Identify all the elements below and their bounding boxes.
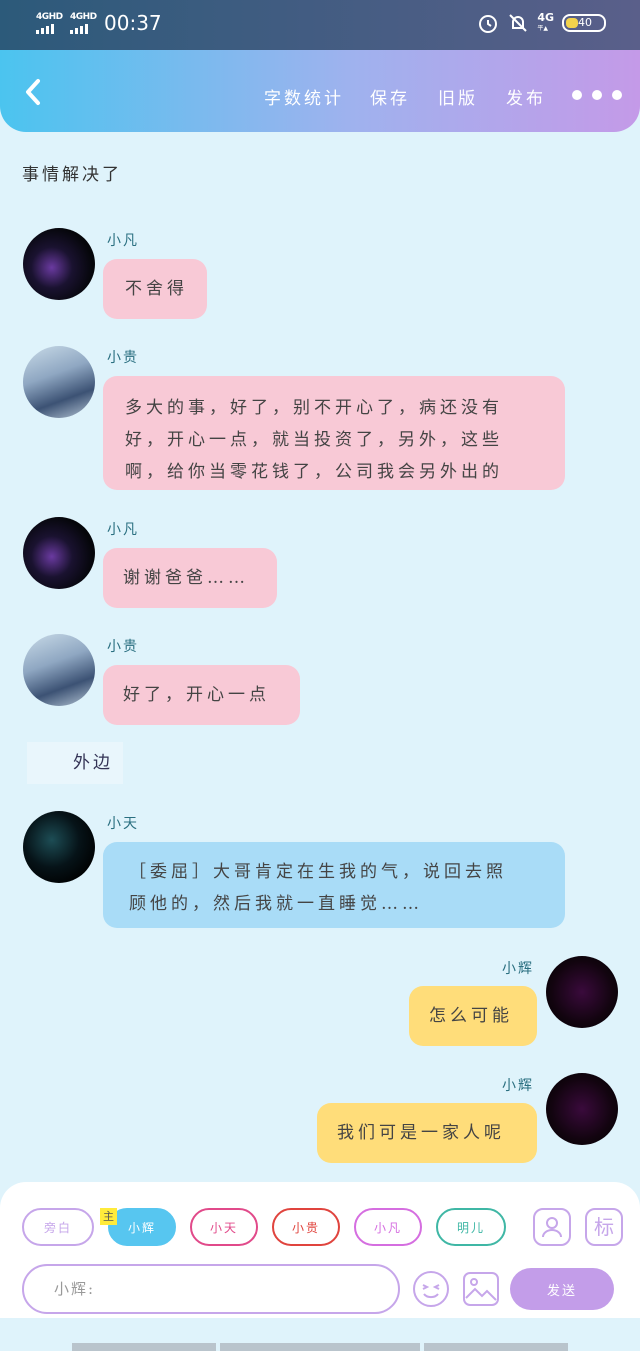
narration-text: 事情解决了: [22, 165, 122, 185]
avatar-xiaofan[interactable]: [23, 228, 95, 300]
avatar-xiaogui[interactable]: [23, 346, 95, 418]
main-role-badge: 主: [100, 1208, 117, 1225]
sender-name: 小凡: [107, 522, 139, 538]
avatar-xiaohui[interactable]: [546, 956, 618, 1028]
back-arrow-icon[interactable]: [22, 78, 44, 106]
message-line: 好，开心一点，就当投资了，另外，这些: [125, 430, 503, 450]
scene-location-label[interactable]: 外边: [27, 742, 123, 784]
home-indicator: [424, 1343, 568, 1351]
avatar-xiaohui[interactable]: [546, 1073, 618, 1145]
send-button[interactable]: 发送: [510, 1268, 614, 1310]
network-indicator: 4G 平▲: [537, 11, 554, 32]
message-input[interactable]: 小辉:: [22, 1264, 400, 1314]
alarm-icon: [479, 15, 498, 33]
sender-name: 小贵: [107, 639, 139, 655]
message-bubble[interactable]: 多大的事，好了，别不开心了，病还没有 好，开心一点，就当投资了，另外，这些 啊，…: [103, 376, 565, 490]
publish-button[interactable]: 发布: [506, 84, 546, 109]
message-line: 啊，给你当零花钱了，公司我会另外出的: [125, 462, 503, 482]
role-xiaofan[interactable]: 小凡: [354, 1208, 422, 1246]
message-line: 多大的事，好了，别不开心了，病还没有: [125, 398, 503, 418]
mute-bell-icon: [509, 14, 528, 32]
image-icon[interactable]: [462, 1270, 500, 1308]
sender-name: 小凡: [107, 233, 139, 249]
role-xiaotian[interactable]: 小天: [190, 1208, 258, 1246]
role-minger[interactable]: 明儿: [436, 1208, 506, 1246]
sender-name: 小天: [107, 816, 139, 832]
more-options-icon[interactable]: [572, 90, 622, 100]
signal-label-1: 4GHD: [36, 12, 63, 22]
old-version-button[interactable]: 旧版: [438, 84, 478, 109]
composer-panel: 旁白 小辉 主 小天 小贵 小凡 明儿 标 小辉: 发送: [0, 1182, 640, 1318]
role-narrator[interactable]: 旁白: [22, 1208, 94, 1246]
tag-button[interactable]: 标: [585, 1208, 623, 1246]
message-bubble[interactable]: 谢谢爸爸……: [103, 548, 277, 608]
message-bubble[interactable]: 好了，开心一点: [103, 665, 300, 725]
message-bubble[interactable]: 不舍得: [103, 259, 207, 319]
role-xiaogui[interactable]: 小贵: [272, 1208, 340, 1246]
character-manage-icon[interactable]: [533, 1208, 571, 1246]
message-bubble[interactable]: 怎么可能: [409, 986, 537, 1046]
message-bubble[interactable]: ［委屈］大哥肯定在生我的气，说回去照 顾他的，然后我就一直睡觉……: [103, 842, 565, 928]
avatar-xiaotian[interactable]: [23, 811, 95, 883]
top-navbar: 字数统计 保存 旧版 发布: [0, 50, 640, 132]
home-indicator: [220, 1343, 420, 1351]
message-line: 顾他的，然后我就一直睡觉……: [129, 894, 423, 914]
role-xiaohui[interactable]: 小辉: [108, 1208, 176, 1246]
save-button[interactable]: 保存: [370, 84, 410, 109]
status-bar: 4GHD 4GHD 00:37 4G 平▲ 40: [0, 0, 640, 50]
avatar-xiaofan[interactable]: [23, 517, 95, 589]
sender-name: 小辉: [502, 961, 534, 977]
signal-label-2: 4GHD: [70, 12, 97, 22]
home-indicator: [72, 1343, 216, 1351]
word-count-button[interactable]: 字数统计: [264, 84, 344, 109]
message-bubble[interactable]: 我们可是一家人呢: [317, 1103, 537, 1163]
emoji-icon[interactable]: [412, 1270, 450, 1308]
battery-indicator: 40: [562, 14, 606, 32]
sender-name: 小贵: [107, 350, 139, 366]
clock: 00:37: [104, 11, 162, 35]
message-line: ［委屈］大哥肯定在生我的气，说回去照: [129, 862, 507, 882]
sender-name: 小辉: [502, 1078, 534, 1094]
avatar-xiaogui[interactable]: [23, 634, 95, 706]
